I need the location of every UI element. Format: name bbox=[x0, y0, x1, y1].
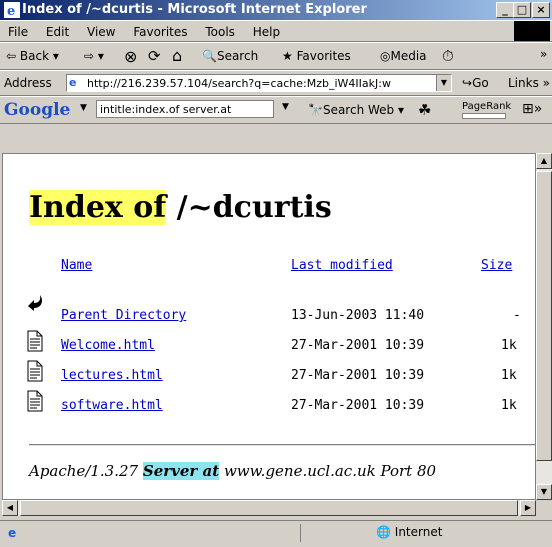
file-modified: 27-Mar-2001 10:39 bbox=[291, 398, 425, 413]
toolbar-more[interactable]: » bbox=[540, 47, 547, 61]
pagerank-meter: PageRank bbox=[462, 101, 511, 119]
page-content: Index of /~dcurtis Name Last modified Si… bbox=[2, 153, 536, 500]
svg-text:e: e bbox=[7, 4, 15, 18]
news-icon[interactable]: ☘ bbox=[418, 101, 431, 119]
google-dropdown[interactable]: ▼ bbox=[282, 102, 289, 112]
ie-logo-icon: e bbox=[4, 2, 20, 18]
home-icon[interactable]: ⌂ bbox=[172, 46, 182, 65]
title-bar: e Index of /~dcurtis - Microsoft Interne… bbox=[0, 0, 552, 20]
scroll-right-icon[interactable]: ▶ bbox=[520, 500, 536, 516]
column-size[interactable]: Size bbox=[481, 258, 512, 273]
menu-help[interactable]: Help bbox=[253, 25, 280, 39]
server-signature: Apache/1.3.27 Server at www.gene.ucl.ac.… bbox=[29, 462, 437, 480]
file-size: 1k bbox=[501, 338, 517, 353]
file-link[interactable]: lectures.html bbox=[61, 368, 163, 383]
vertical-scrollbar[interactable]: ▲ ▼ bbox=[536, 153, 552, 500]
forward-button[interactable]: ⇨ ▾ bbox=[84, 49, 104, 63]
file-link[interactable]: Parent Directory bbox=[61, 308, 186, 323]
address-bar: Address e http://216.239.57.104/search?q… bbox=[0, 70, 552, 96]
file-size: 1k bbox=[501, 398, 517, 413]
minimize-button[interactable]: _ bbox=[496, 2, 514, 18]
file-link[interactable]: Welcome.html bbox=[61, 338, 155, 353]
binoculars-icon: 🔭 bbox=[308, 103, 323, 117]
media-icon: ◎ bbox=[380, 49, 391, 63]
google-toolbar: Google ▼ intitle:index.of server.at ▼ 🔭S… bbox=[0, 96, 552, 124]
stop-icon[interactable]: ⊗ bbox=[124, 47, 137, 66]
menu-favorites[interactable]: Favorites bbox=[133, 25, 187, 39]
google-logo[interactable]: Google bbox=[4, 100, 70, 120]
media-button[interactable]: ◎Media bbox=[380, 49, 427, 63]
go-button[interactable]: ↪Go bbox=[462, 76, 489, 90]
window-title: Index of /~dcurtis - Microsoft Internet … bbox=[22, 2, 367, 17]
address-label: Address bbox=[4, 76, 52, 90]
globe-icon: 🌐 bbox=[376, 525, 391, 539]
column-last-modified[interactable]: Last modified bbox=[291, 258, 393, 273]
google-search-input[interactable]: intitle:index.of server.at bbox=[96, 100, 274, 118]
close-button[interactable]: × bbox=[532, 2, 550, 18]
google-menu-arrow[interactable]: ▼ bbox=[80, 103, 87, 113]
menu-tools[interactable]: Tools bbox=[205, 25, 235, 39]
scroll-left-icon[interactable]: ◀ bbox=[2, 500, 18, 516]
file-link[interactable]: software.html bbox=[61, 398, 163, 413]
search-icon: 🔍 bbox=[202, 49, 217, 63]
column-name[interactable]: Name bbox=[61, 258, 92, 273]
status-bar: e 🌐 Internet bbox=[0, 520, 552, 547]
menu-edit[interactable]: Edit bbox=[46, 25, 69, 39]
page-status-icon: e bbox=[8, 526, 17, 540]
scroll-down-icon[interactable]: ▼ bbox=[536, 484, 552, 500]
menu-bar: File Edit View Favorites Tools Help bbox=[0, 20, 552, 42]
page-icon: e bbox=[69, 76, 77, 89]
document-icon bbox=[27, 390, 43, 412]
links-button[interactable]: Links » bbox=[508, 76, 550, 90]
hscroll-thumb[interactable] bbox=[20, 500, 518, 516]
back-button[interactable]: ⇦ Back ▾ bbox=[6, 49, 59, 63]
file-size: - bbox=[513, 308, 521, 323]
windows-logo-icon bbox=[514, 21, 550, 41]
menu-view[interactable]: View bbox=[87, 25, 115, 39]
refresh-icon[interactable]: ⟳ bbox=[148, 47, 161, 65]
address-input[interactable]: e http://216.239.57.104/search?q=cache:M… bbox=[66, 74, 452, 92]
history-icon[interactable]: ⏱ bbox=[442, 47, 454, 65]
scroll-thumb[interactable] bbox=[536, 171, 552, 461]
search-button[interactable]: 🔍Search bbox=[202, 49, 258, 63]
search-web-button[interactable]: 🔭Search Web ▾ bbox=[308, 103, 404, 117]
zone-indicator: 🌐 Internet bbox=[376, 525, 443, 539]
page-heading: Index of /~dcurtis bbox=[29, 190, 332, 225]
favorites-icon: ★ bbox=[282, 49, 293, 63]
favorites-button[interactable]: ★ Favorites bbox=[282, 49, 351, 63]
file-modified: 13-Jun-2003 11:40 bbox=[291, 308, 425, 323]
file-modified: 27-Mar-2001 10:39 bbox=[291, 338, 425, 353]
back-arrow-icon bbox=[28, 295, 42, 311]
document-icon bbox=[27, 330, 43, 352]
standard-toolbar: ⇦ Back ▾ ⇨ ▾ ⊗ ⟳ ⌂ 🔍Search ★ Favorites ◎… bbox=[0, 42, 552, 70]
address-dropdown[interactable]: ▼ bbox=[436, 75, 451, 91]
options-icon[interactable]: ⊞» bbox=[522, 101, 542, 117]
scroll-up-icon[interactable]: ▲ bbox=[536, 153, 552, 169]
menu-file[interactable]: File bbox=[8, 25, 28, 39]
file-modified: 27-Mar-2001 10:39 bbox=[291, 368, 425, 383]
file-size: 1k bbox=[501, 368, 517, 383]
forward-arrow-icon: ⇨ bbox=[84, 49, 95, 63]
go-arrow-icon: ↪ bbox=[462, 76, 473, 90]
back-arrow-icon: ⇦ bbox=[6, 49, 17, 63]
document-icon bbox=[27, 360, 43, 382]
horizontal-scrollbar[interactable]: ◀ ▶ bbox=[2, 500, 536, 516]
maximize-button[interactable]: □ bbox=[513, 2, 531, 18]
divider bbox=[29, 444, 535, 446]
